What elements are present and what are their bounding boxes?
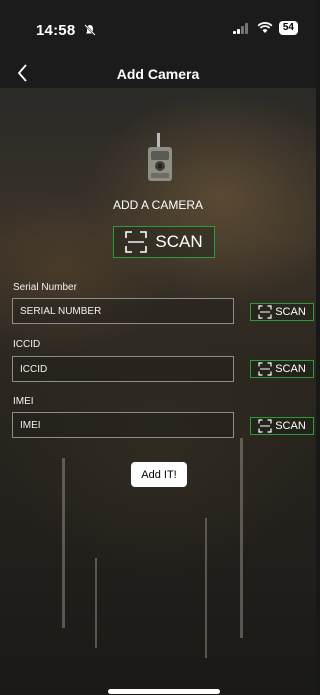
imei-label: IMEI (13, 396, 34, 407)
iccid-label: ICCID (13, 339, 41, 350)
battery-indicator: 54 (278, 21, 298, 35)
tree-trunk (205, 518, 207, 658)
signal-icon (232, 22, 251, 34)
trail-camera-icon (148, 133, 172, 181)
wifi-icon (257, 22, 273, 33)
scan-qr-label: SCAN (155, 232, 203, 251)
navigation-bar: Add Camera (0, 58, 316, 88)
imei-scan-button[interactable]: SCAN (250, 417, 314, 435)
tree-trunk (240, 438, 243, 638)
scan-frame-icon (258, 362, 272, 376)
serial-number-label: Serial Number (13, 282, 77, 293)
add-it-button[interactable]: Add IT! (131, 462, 187, 487)
serial-scan-button[interactable]: SCAN (250, 303, 314, 321)
imei-scan-label: SCAN (275, 420, 306, 432)
status-bar: 14:58 54 (0, 0, 316, 58)
scan-frame-icon (258, 419, 272, 433)
imei-input[interactable] (12, 412, 234, 438)
serial-scan-label: SCAN (275, 306, 306, 318)
scan-qr-button[interactable]: SCAN (113, 226, 215, 258)
tree-trunk (62, 458, 65, 628)
status-time: 14:58 (36, 22, 76, 39)
page-title: Add Camera (116, 66, 200, 82)
iccid-scan-label: SCAN (275, 363, 306, 375)
iccid-scan-button[interactable]: SCAN (250, 360, 314, 378)
add-camera-heading: ADD A CAMERA (112, 198, 204, 212)
serial-number-input[interactable] (12, 298, 234, 324)
tree-trunk (95, 558, 97, 648)
iccid-input[interactable] (12, 356, 234, 382)
scan-frame-icon (125, 231, 148, 253)
bell-muted-icon (84, 24, 96, 36)
home-indicator[interactable] (108, 689, 220, 694)
scan-frame-icon (258, 305, 272, 319)
status-icons: 54 (232, 21, 298, 35)
